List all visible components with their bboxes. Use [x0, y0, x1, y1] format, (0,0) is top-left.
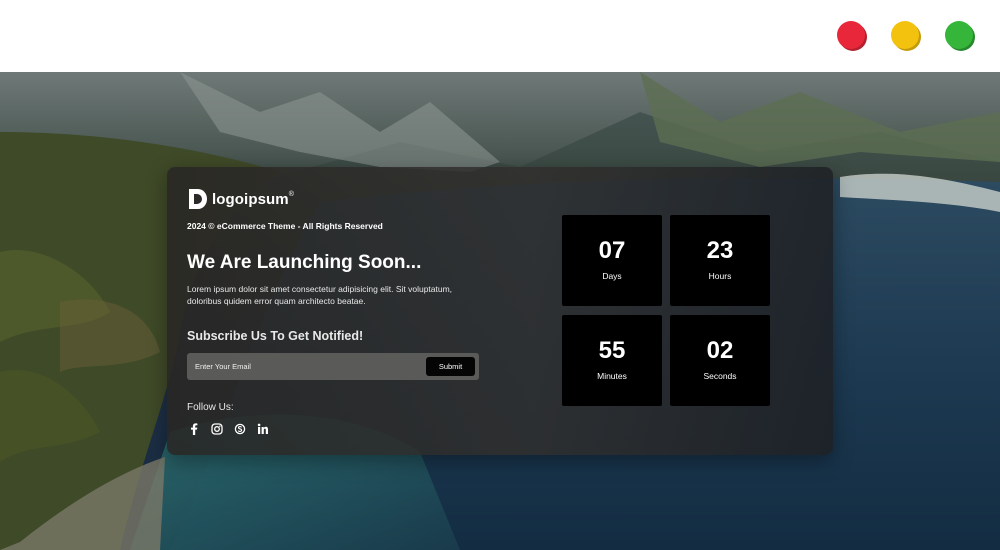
social-links — [187, 422, 269, 435]
email-input[interactable] — [187, 353, 417, 380]
browser-top-bar — [0, 0, 1000, 72]
minimize-window-button[interactable] — [891, 21, 920, 50]
linkedin-icon[interactable] — [256, 422, 269, 435]
countdown-minutes-tile: 55 Minutes — [562, 315, 662, 406]
brand-name: logoipsum — [212, 190, 289, 208]
skype-icon[interactable] — [233, 422, 246, 435]
days-label: Days — [602, 271, 622, 281]
subscribe-form: Submit — [187, 353, 479, 380]
subscribe-heading: Subscribe Us To Get Notified! — [187, 329, 364, 343]
close-window-button[interactable] — [837, 21, 866, 50]
instagram-icon[interactable] — [210, 422, 223, 435]
maximize-window-button[interactable] — [945, 21, 974, 50]
logo-mark-icon — [189, 189, 207, 209]
seconds-value: 02 — [706, 337, 734, 364]
minutes-value: 55 — [598, 337, 626, 364]
days-value: 07 — [598, 237, 626, 264]
description-text: Lorem ipsum dolor sit amet consectetur a… — [187, 284, 453, 306]
facebook-icon[interactable] — [187, 422, 200, 435]
countdown-hours-tile: 23 Hours — [670, 215, 770, 306]
copyright-text: 2024 © eCommerce Theme - All Rights Rese… — [187, 221, 383, 231]
launch-card: logoipsum ® 2024 © eCommerce Theme - All … — [167, 167, 833, 455]
brand-mark: ® — [288, 190, 294, 198]
brand-logo[interactable]: logoipsum ® — [187, 187, 294, 211]
minutes-label: Minutes — [597, 371, 627, 381]
countdown-days-tile: 07 Days — [562, 215, 662, 306]
page-title: We Are Launching Soon... — [187, 252, 422, 273]
countdown-seconds-tile: 02 Seconds — [670, 315, 770, 406]
hours-label: Hours — [708, 271, 732, 281]
submit-button[interactable]: Submit — [426, 357, 475, 376]
follow-us-label: Follow Us: — [187, 402, 234, 413]
hours-value: 23 — [706, 237, 734, 264]
seconds-label: Seconds — [703, 371, 737, 381]
